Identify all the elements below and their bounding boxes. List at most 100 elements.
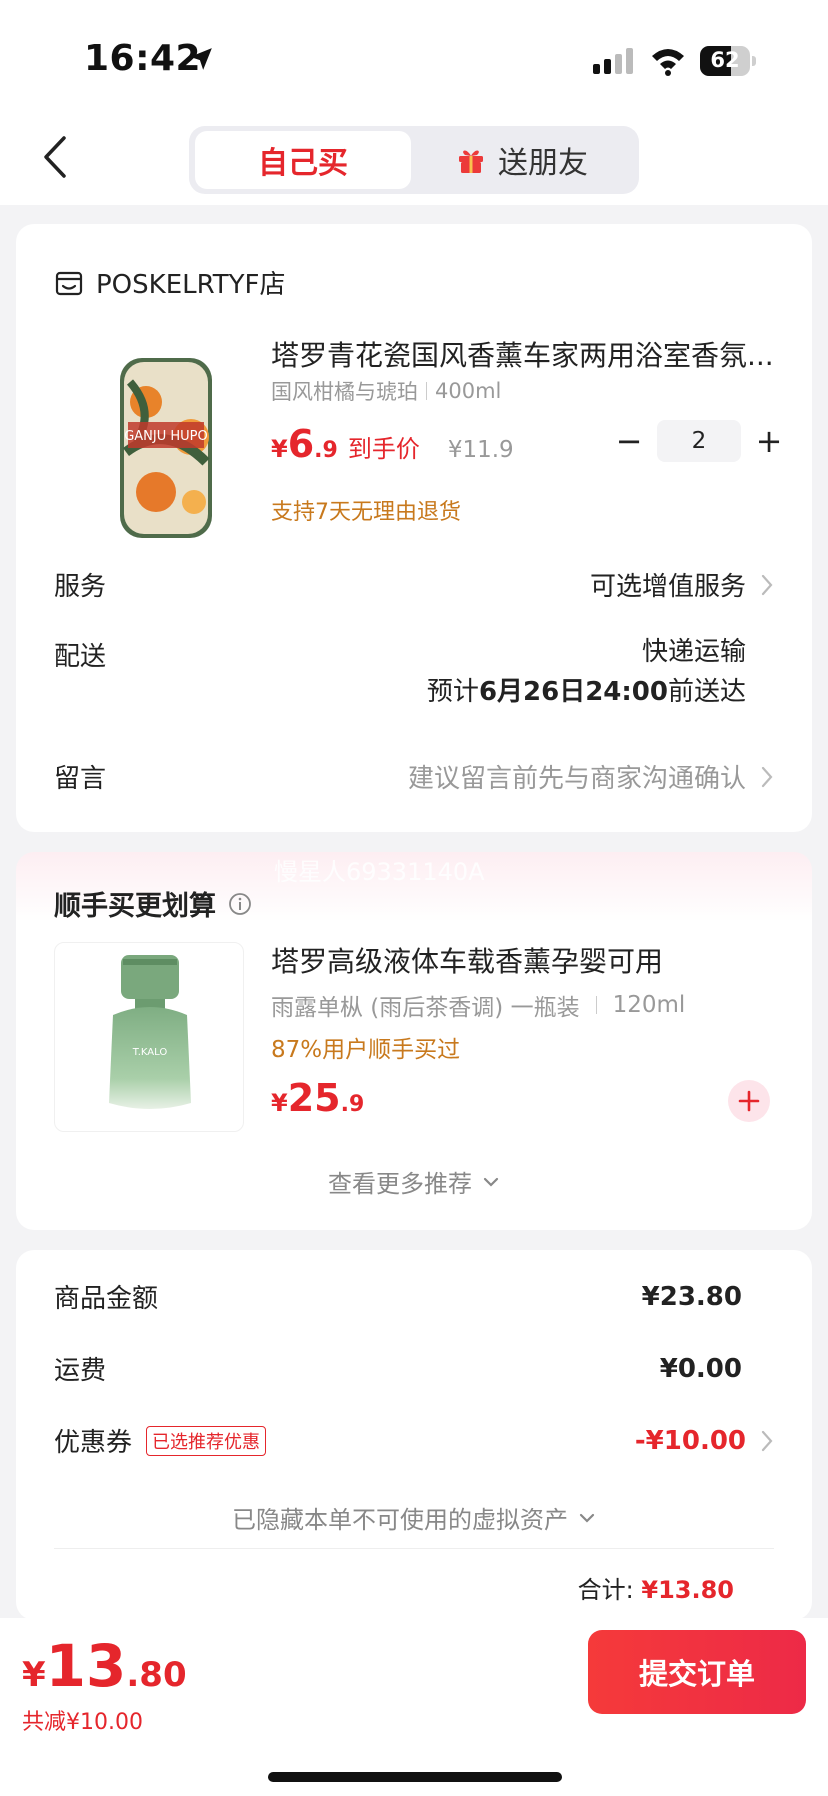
coupon-badge: 已选推荐优惠: [146, 1425, 267, 1456]
recommend-spec-size: 120ml: [612, 992, 686, 1018]
quantity-input[interactable]: 2: [657, 420, 741, 462]
price-currency: ¥: [271, 1089, 288, 1117]
delivery-info: 快递运输 预计6月26日24:00前送达: [427, 632, 774, 712]
original-price: ¥11.9: [447, 437, 514, 463]
svg-text:T.KALO: T.KALO: [132, 1047, 168, 1058]
tab-gift-to-friend[interactable]: 送朋友: [411, 131, 633, 189]
recommend-spec-text: 雨露单枞 (雨后茶香调) 一瓶装: [271, 995, 580, 1021]
back-chevron-icon[interactable]: [40, 134, 70, 180]
chevron-down-icon: [579, 1513, 595, 1523]
price-decimal: .9: [314, 438, 338, 463]
subtotal-label: 合计:: [577, 1576, 634, 1604]
shop-name: POSKELRTYF店: [96, 270, 286, 300]
price-integer: 6: [287, 422, 315, 466]
divider: [54, 1548, 774, 1549]
see-more-label: 查看更多推荐: [328, 1170, 472, 1198]
product-image[interactable]: GANJU HUPO: [106, 352, 226, 544]
location-arrow-icon: [190, 48, 212, 70]
service-value: 可选增值服务: [590, 566, 774, 603]
subtotal-row: 合计: ¥13.80: [578, 1570, 734, 1605]
coupon-label-group: 优惠券 已选推荐优惠: [54, 1422, 267, 1459]
spec-flavor: 国风柑橘与琥珀: [271, 380, 418, 404]
shipping-value: ¥0.00: [659, 1353, 742, 1384]
quantity-stepper: − 2 +: [611, 420, 787, 462]
goods-amount-value: ¥23.80: [641, 1281, 742, 1312]
recommend-price: ¥ 25 .9: [271, 1076, 364, 1120]
battery-icon: 62: [700, 46, 756, 76]
spec-size: 400ml: [435, 379, 502, 403]
bottle-image: T.KALO: [109, 955, 191, 1109]
status-bar: 16:42 62: [0, 0, 828, 110]
delivery-eta-time: 6月26日24:00: [478, 677, 668, 707]
gift-icon: [459, 150, 483, 173]
message-label: 留言: [54, 764, 107, 794]
delivery-row: 配送 快递运输 预计6月26日24:00前送达: [54, 636, 774, 712]
hidden-assets-label: 已隐藏本单不可使用的虚拟资产: [232, 1506, 568, 1534]
wifi-icon: [652, 49, 684, 76]
tab-buy-for-self[interactable]: 自己买: [195, 131, 411, 189]
shop-header[interactable]: POSKELRTYF店: [54, 264, 286, 301]
chevron-right-icon: [761, 766, 773, 787]
chevron-down-icon: [483, 1177, 499, 1187]
recommend-social-proof: 87%用户顺手买过: [271, 1037, 461, 1063]
recommend-title: 顺手买更划算: [54, 884, 252, 923]
message-row[interactable]: 留言 建议留言前先与商家沟通确认: [54, 758, 774, 795]
coupon-label: 优惠券: [54, 1428, 133, 1458]
delivery-label: 配送: [54, 642, 107, 672]
goods-amount-row: 商品金额 ¥23.80: [54, 1278, 742, 1315]
tab-gift-label: 送朋友: [498, 146, 588, 181]
delivery-eta: 预计6月26日24:00前送达: [426, 677, 746, 707]
battery-level: 62: [710, 48, 740, 72]
decrease-quantity-button[interactable]: −: [611, 422, 647, 460]
delivery-method: 快递运输: [641, 637, 746, 667]
shipping-label: 运费: [54, 1356, 107, 1386]
top-nav: 自己买 送朋友: [0, 110, 828, 205]
service-label: 服务: [54, 572, 107, 602]
hidden-assets-toggle[interactable]: 已隐藏本单不可使用的虚拟资产: [16, 1500, 812, 1535]
increase-quantity-button[interactable]: +: [751, 422, 787, 460]
total-decimal: .80: [126, 1655, 187, 1695]
add-recommend-button[interactable]: [728, 1080, 770, 1122]
service-value-text: 可选增值服务: [589, 572, 746, 602]
total-integer: 13: [45, 1632, 127, 1700]
status-time: 16:42: [84, 38, 202, 79]
recommend-product-image[interactable]: T.KALO: [54, 942, 244, 1132]
product-price: ¥ 6 .9 到手价 ¥11.9: [271, 422, 514, 466]
price-summary-card: 商品金额 ¥23.80 运费 ¥0.00 优惠券 已选推荐优惠 -¥10.00 …: [16, 1250, 812, 1620]
return-policy-note: 支持7天无理由退货: [271, 500, 461, 525]
total-discount: 共减¥10.00: [22, 1710, 143, 1735]
total-currency: ¥: [22, 1655, 46, 1695]
spec-divider: [595, 996, 597, 1014]
home-indicator: [268, 1772, 562, 1782]
product-spec: 国风柑橘与琥珀 400ml: [271, 376, 501, 406]
subtotal-value: ¥13.80: [641, 1576, 734, 1604]
info-icon[interactable]: [228, 892, 252, 916]
payable-total: ¥ 13 .80: [22, 1632, 187, 1700]
coupon-value-group: -¥10.00: [635, 1426, 774, 1456]
plus-icon: [738, 1090, 760, 1112]
recommend-product-spec: 雨露单枞 (雨后茶香调) 一瓶装 120ml: [271, 988, 685, 1022]
cellular-signal-icon: [593, 48, 633, 74]
service-row[interactable]: 服务 可选增值服务: [54, 566, 774, 603]
shop-icon: [55, 271, 83, 295]
chevron-right-icon: [761, 1430, 773, 1451]
coupon-row[interactable]: 优惠券 已选推荐优惠 -¥10.00: [54, 1422, 774, 1459]
recommend-card: 慢星人69331140A 顺手买更划算 T.KALO 塔罗高级液体车载香薰孕婴可…: [16, 852, 812, 1230]
product-title[interactable]: 塔罗青花瓷国风香薰车家两用浴室香氛...: [271, 334, 791, 374]
spec-divider: [426, 382, 427, 400]
price-currency: ¥: [271, 435, 288, 463]
coupon-value: -¥10.00: [634, 1425, 746, 1456]
svg-text:GANJU HUPO: GANJU HUPO: [124, 429, 208, 444]
final-price-tag: 到手价: [347, 435, 420, 463]
price-decimal: .9: [340, 1092, 365, 1117]
message-placeholder: 建议留言前先与商家沟通确认: [407, 764, 746, 794]
see-more-recommendations[interactable]: 查看更多推荐: [16, 1164, 812, 1199]
message-input[interactable]: 建议留言前先与商家沟通确认: [408, 758, 774, 795]
chevron-right-icon: [761, 574, 773, 595]
watermark: 慢星人69331140A: [274, 858, 485, 886]
order-item-card: POSKELRTYF店 GANJU HUPO 塔罗青花瓷国风香薰车家两用浴室香氛…: [16, 224, 812, 832]
shipping-row: 运费 ¥0.00: [54, 1350, 742, 1387]
submit-order-button[interactable]: 提交订单: [588, 1630, 806, 1714]
checkout-bar: ¥ 13 .80 共减¥10.00 提交订单: [0, 1618, 828, 1796]
recommend-product-name[interactable]: 塔罗高级液体车载香薰孕婴可用: [271, 940, 663, 980]
